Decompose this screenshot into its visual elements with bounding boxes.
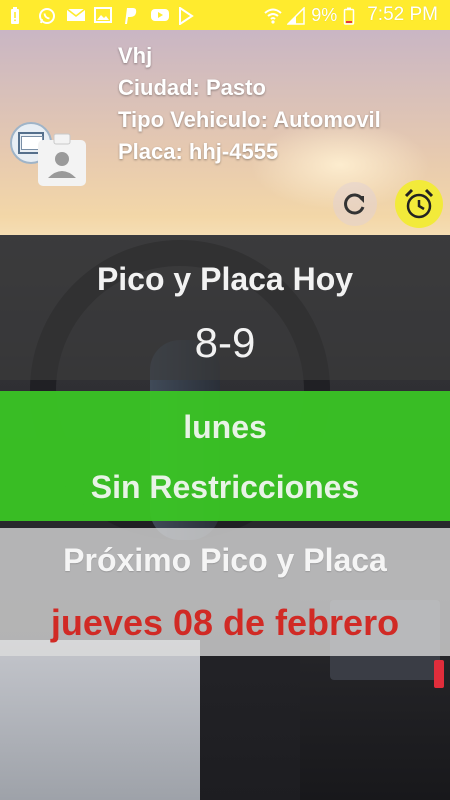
today-title: Pico y Placa Hoy [96, 261, 354, 297]
city-label: Ciudad: Pasto [118, 75, 266, 100]
paypal-icon [122, 7, 140, 24]
restricted-digits: 8-9 [194, 319, 256, 366]
battery-alert-icon [10, 7, 28, 24]
plate-label: Placa: hhj-4555 [118, 139, 279, 164]
next-date: jueves 08 de febrero [50, 602, 400, 643]
next-panel: Próximo Pico y Placa jueves 08 de febrer… [0, 528, 450, 656]
wifi-icon [263, 7, 282, 24]
clock: 7:52 PM [367, 4, 438, 25]
refresh-icon [344, 193, 365, 215]
youtube-icon [150, 7, 169, 23]
profile-header: Vhj Ciudad: Pasto Tipo Vehiculo: Automov… [0, 30, 450, 230]
refresh-button[interactable] [333, 182, 377, 226]
vehicle-info: Vhj Ciudad: Pasto Tipo Vehiculo: Automov… [118, 42, 381, 170]
battery-icon [343, 7, 361, 25]
image-icon [94, 7, 112, 23]
vehicle-type-label: Tipo Vehiculo: Automovil [118, 107, 381, 132]
day-status-panel: lunes Sin Restricciones [0, 391, 450, 521]
day-name: lunes [183, 409, 267, 445]
profile-name: Vhj [118, 43, 153, 68]
mail-icon [66, 7, 86, 23]
whatsapp-icon [38, 7, 56, 24]
contact-card-icon[interactable] [36, 132, 88, 188]
battery-percent: 9% [311, 4, 338, 25]
today-panel: Pico y Placa Hoy 8-9 [0, 237, 450, 380]
signal-icon [286, 6, 305, 25]
restriction-status: Sin Restricciones [90, 469, 360, 505]
alarm-button[interactable] [395, 180, 443, 228]
next-title: Próximo Pico y Placa [63, 542, 387, 578]
play-store-icon [178, 6, 196, 26]
status-bar: 9% 7:52 PM [0, 0, 450, 30]
alarm-clock-icon [404, 188, 434, 219]
